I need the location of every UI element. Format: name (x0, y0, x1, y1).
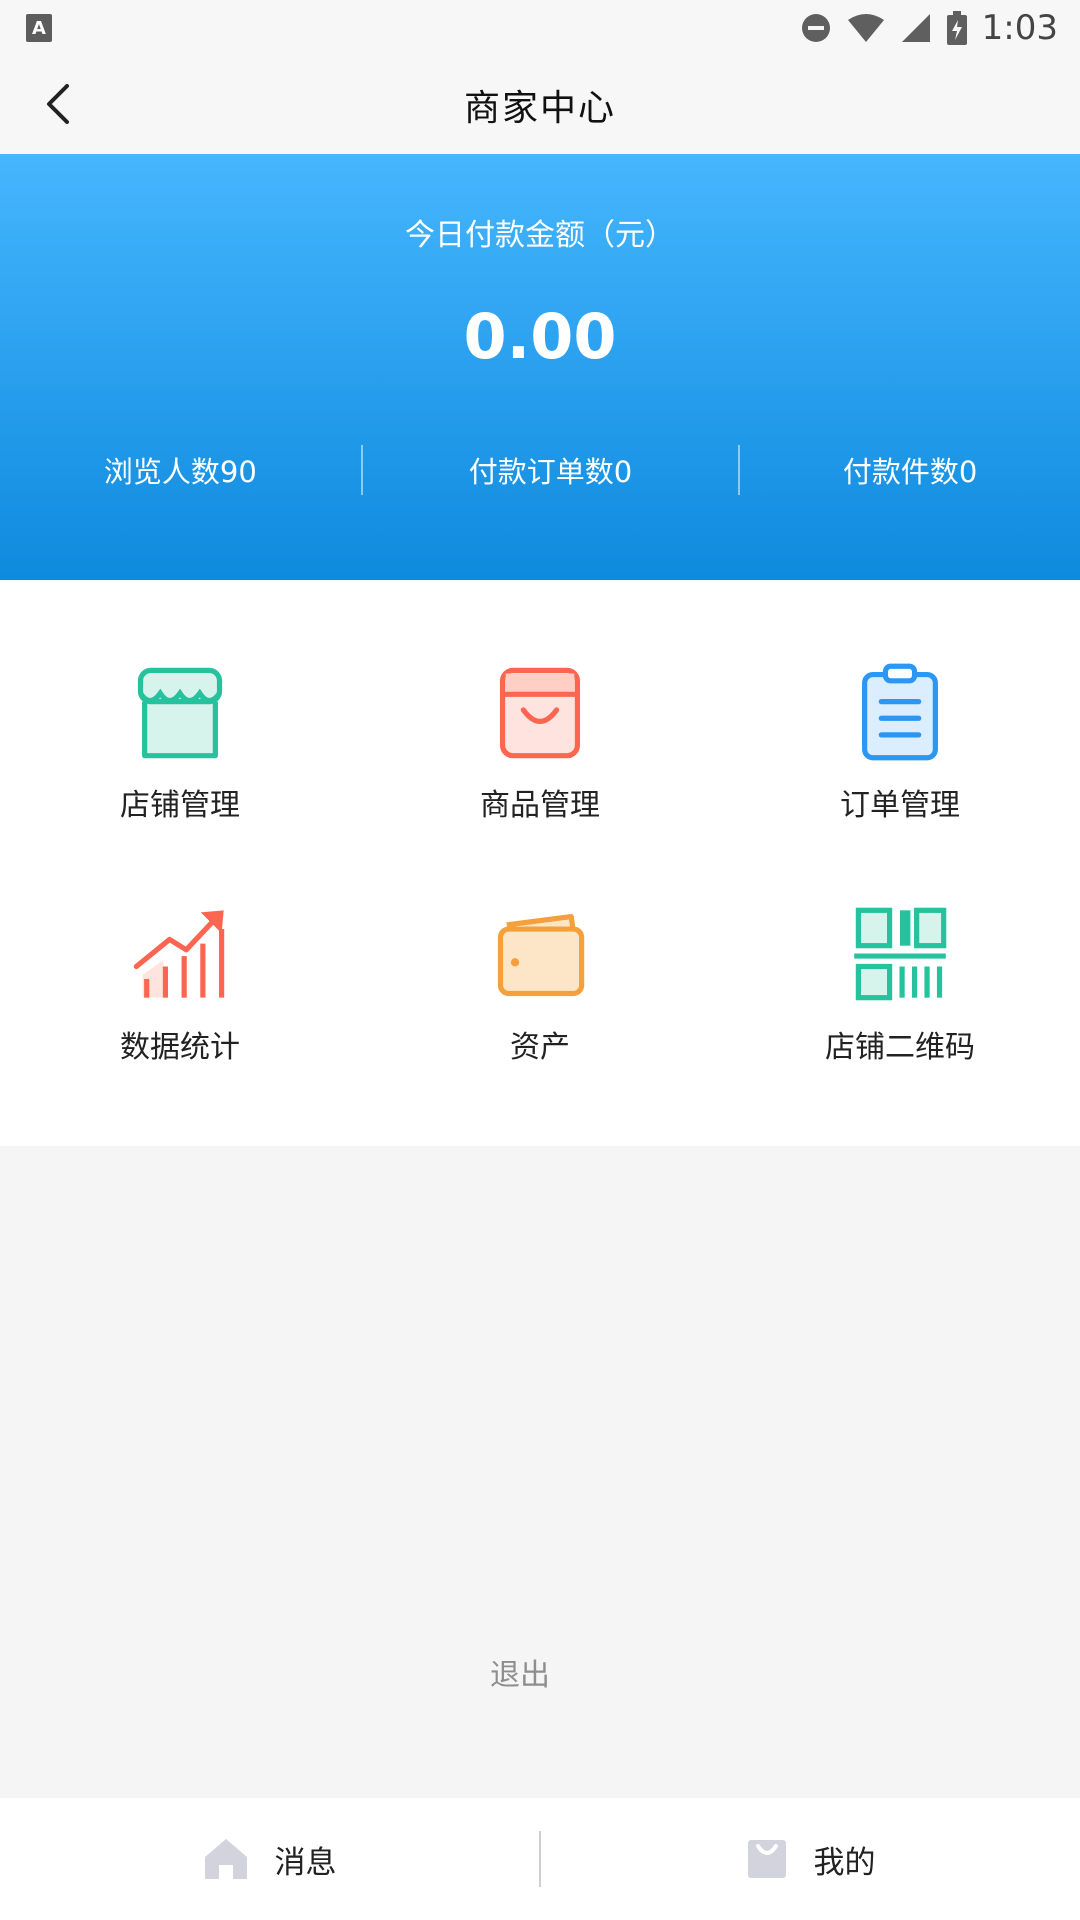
status-bar: A 1:03 (0, 0, 1080, 56)
logout-button[interactable]: 退出 (0, 1650, 1040, 1694)
back-button[interactable] (30, 76, 86, 132)
menu-item-store-qr-code[interactable]: 店铺二维码 (780, 902, 1020, 1102)
tab-messages[interactable]: 消息 (0, 1798, 539, 1920)
menu-item-assets[interactable]: 资产 (420, 902, 660, 1102)
tab-label: 消息 (274, 1844, 337, 1881)
menu-label: 订单管理 (840, 788, 960, 823)
bottom-tab-bar: 消息 我的 (0, 1798, 1080, 1920)
menu-item-product-management[interactable]: 商品管理 (420, 660, 660, 860)
merchant-center-page: A 1:03 商家中心 今日付款金额（元） 0.00 浏览人数90 付款订单数0… (0, 0, 1080, 1920)
summary-amount: 0.00 (463, 300, 617, 373)
nav-bar: 商家中心 (0, 56, 1080, 154)
battery-charging-icon (946, 11, 967, 45)
text-a-icon: A (26, 14, 52, 42)
clock: 1:03 (981, 8, 1058, 48)
wifi-icon (847, 14, 884, 42)
menu-item-store-management[interactable]: 店铺管理 (60, 660, 300, 860)
summary-label: 今日付款金额（元） (405, 218, 675, 253)
signal-icon (901, 14, 930, 42)
page-title: 商家中心 (463, 88, 616, 129)
qr-code-icon (854, 907, 947, 1001)
stat-paid-orders: 付款订单数0 (468, 455, 633, 489)
bar-chart-trend-icon (133, 910, 225, 998)
menu-label: 店铺管理 (120, 788, 240, 823)
summary-stats: 浏览人数90 付款订单数0 付款件数0 (0, 440, 1080, 500)
tab-label: 我的 (813, 1844, 876, 1881)
bag-icon (747, 1840, 786, 1878)
stat-paid-items: 付款件数0 (842, 455, 978, 489)
menu-label: 店铺二维码 (825, 1030, 975, 1065)
do-not-disturb-icon (801, 14, 830, 42)
menu-label: 资产 (510, 1030, 570, 1065)
store-icon (137, 667, 223, 759)
home-icon (204, 1839, 247, 1879)
shopping-bag-icon (499, 667, 581, 759)
menu-label: 商品管理 (480, 788, 600, 823)
merchant-menu-grid: 店铺管理 商品管理 订单管理 数据统计 资产 店铺二维码 (0, 580, 1080, 1146)
menu-item-order-management[interactable]: 订单管理 (780, 660, 1020, 860)
stat-views: 浏览人数90 (103, 455, 257, 489)
today-summary-banner: 今日付款金额（元） 0.00 浏览人数90 付款订单数0 付款件数0 (0, 154, 1080, 580)
menu-item-data-statistics[interactable]: 数据统计 (60, 902, 300, 1102)
menu-label: 数据统计 (120, 1030, 240, 1065)
wallet-icon (497, 913, 585, 997)
clipboard-icon (862, 663, 938, 761)
chevron-left-icon (47, 84, 69, 124)
tab-mine[interactable]: 我的 (541, 1798, 1080, 1920)
